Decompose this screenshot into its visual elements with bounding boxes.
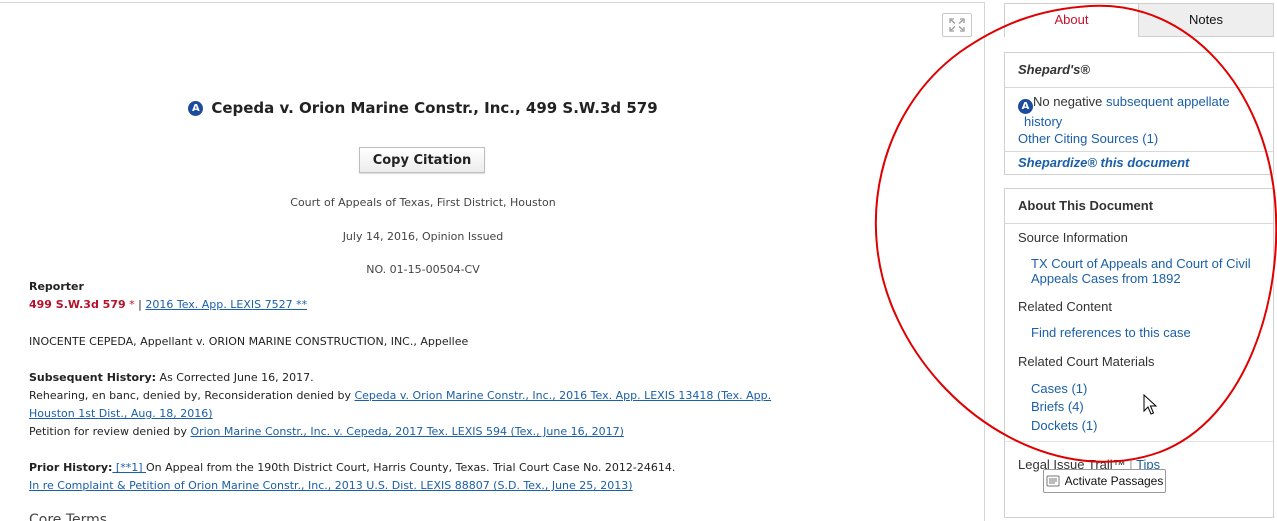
source-information-label: Source Information bbox=[1018, 230, 1128, 245]
docket-number: NO. 01-15-00504-CV bbox=[366, 263, 480, 276]
about-document-card: About This Document Source Information T… bbox=[1004, 188, 1274, 518]
no-negative-text: No negative bbox=[1033, 94, 1106, 109]
reporter-star: * bbox=[129, 298, 135, 311]
petition-text: Petition for review denied by bbox=[29, 425, 191, 438]
reporter-separator: | bbox=[138, 298, 142, 311]
related-content-label: Related Content bbox=[1018, 299, 1112, 314]
petition-case-link[interactable]: Orion Marine Constr., Inc. v. Cepeda, 20… bbox=[190, 425, 623, 438]
source-row: TX Court of Appeals and Court of Civil A… bbox=[1031, 256, 1265, 286]
shepards-heading: Shepard's® bbox=[1005, 53, 1273, 88]
shepards-status-row: A No negative subsequent appellate histor… bbox=[1018, 94, 1265, 129]
subsequent-history-text: As Corrected June 16, 2017. bbox=[156, 371, 314, 384]
petition-line: Petition for review denied by Orion Mari… bbox=[29, 423, 624, 441]
dockets-row: Dockets (1) bbox=[1031, 418, 1265, 433]
source-link[interactable]: TX Court of Appeals and Court of Civil bbox=[1031, 256, 1251, 271]
copy-citation-button[interactable]: Copy Citation bbox=[359, 147, 485, 173]
side-panel-tabs: About Notes bbox=[1004, 3, 1274, 37]
find-references-link[interactable]: Find references to this case bbox=[1031, 325, 1191, 340]
shepardize-document-link[interactable]: Shepardize® this document bbox=[1018, 155, 1189, 170]
activate-passages-button[interactable]: Activate Passages bbox=[1043, 469, 1166, 493]
reporter-label: Reporter bbox=[29, 280, 84, 293]
expand-view-button[interactable] bbox=[942, 13, 972, 37]
shepardize-row: Shepardize® this document bbox=[1018, 155, 1265, 170]
mouse-cursor-icon bbox=[1143, 394, 1158, 415]
other-citing-sources-link[interactable]: Other Citing Sources (1) bbox=[1018, 131, 1158, 146]
about-document-heading: About This Document bbox=[1005, 189, 1273, 224]
subsequent-history-link[interactable]: subsequent appellate bbox=[1106, 94, 1230, 109]
opinion-date: July 14, 2016, Opinion Issued bbox=[342, 230, 504, 243]
reporter-line: 499 S.W.3d 579 * | 2016 Tex. App. LEXIS … bbox=[29, 296, 307, 314]
court-name: Court of Appeals of Texas, First Distric… bbox=[290, 196, 556, 209]
document-pane: A Cepeda v. Orion Marine Constr., Inc., … bbox=[0, 2, 985, 521]
dockets-link[interactable]: Dockets (1) bbox=[1031, 418, 1097, 433]
lexis-citation-link[interactable]: 2016 Tex. App. LEXIS 7527 ** bbox=[145, 298, 307, 311]
rehearing-text: Rehearing, en banc, denied by, Reconside… bbox=[29, 389, 355, 402]
shepards-a-badge-icon[interactable]: A bbox=[188, 100, 204, 116]
document-title-row: A Cepeda v. Orion Marine Constr., Inc., … bbox=[0, 99, 846, 117]
reporter-citation: 499 S.W.3d 579 bbox=[29, 298, 126, 311]
prior-history-link-line: In re Complaint & Petition of Orion Mari… bbox=[29, 477, 633, 495]
prior-history-case-link[interactable]: In re Complaint & Petition of Orion Mari… bbox=[29, 479, 633, 492]
briefs-link[interactable]: Briefs (4) bbox=[1031, 399, 1084, 414]
passages-icon bbox=[1046, 475, 1060, 487]
shepards-a-signal-icon: A bbox=[1018, 99, 1033, 114]
subsequent-history-label: Subsequent History: bbox=[29, 371, 157, 384]
subsequent-history-line: Subsequent History: As Corrected June 16… bbox=[29, 369, 314, 387]
rehearing-line-2: Houston 1st Dist., Aug. 18, 2016) bbox=[29, 405, 213, 423]
expand-icon bbox=[949, 18, 965, 32]
prior-history-label: Prior History: bbox=[29, 461, 113, 474]
prior-history-text: On Appeal from the 190th District Court,… bbox=[145, 461, 676, 474]
tab-about[interactable]: About bbox=[1004, 3, 1139, 37]
rehearing-case-link-cont[interactable]: Houston 1st Dist., Aug. 18, 2016) bbox=[29, 407, 213, 420]
rehearing-case-link[interactable]: Cepeda v. Orion Marine Constr., Inc., 20… bbox=[354, 389, 771, 402]
cases-link[interactable]: Cases (1) bbox=[1031, 381, 1087, 396]
document-title: Cepeda v. Orion Marine Constr., Inc., 49… bbox=[211, 99, 658, 117]
page-star-link[interactable]: [**1] bbox=[112, 461, 146, 474]
about-divider bbox=[1005, 441, 1273, 442]
source-link-cont[interactable]: Appeals Cases from 1892 bbox=[1031, 271, 1181, 286]
subsequent-history-link-cont[interactable]: history bbox=[1018, 114, 1062, 129]
shepards-divider bbox=[1005, 151, 1273, 152]
related-court-materials-label: Related Court Materials bbox=[1018, 354, 1155, 369]
find-refs-row: Find references to this case bbox=[1031, 325, 1265, 340]
tab-notes[interactable]: Notes bbox=[1138, 3, 1274, 37]
activate-passages-label: Activate Passages bbox=[1064, 474, 1164, 488]
prior-history-line: Prior History: [**1] On Appeal from the … bbox=[29, 459, 675, 477]
case-parties: INOCENTE CEPEDA, Appellant v. ORION MARI… bbox=[29, 335, 469, 348]
shepards-card: Shepard's® A No negative subsequent appel… bbox=[1004, 52, 1274, 175]
other-citing-row: Other Citing Sources (1) bbox=[1018, 131, 1265, 146]
rehearing-line: Rehearing, en banc, denied by, Reconside… bbox=[29, 387, 771, 405]
